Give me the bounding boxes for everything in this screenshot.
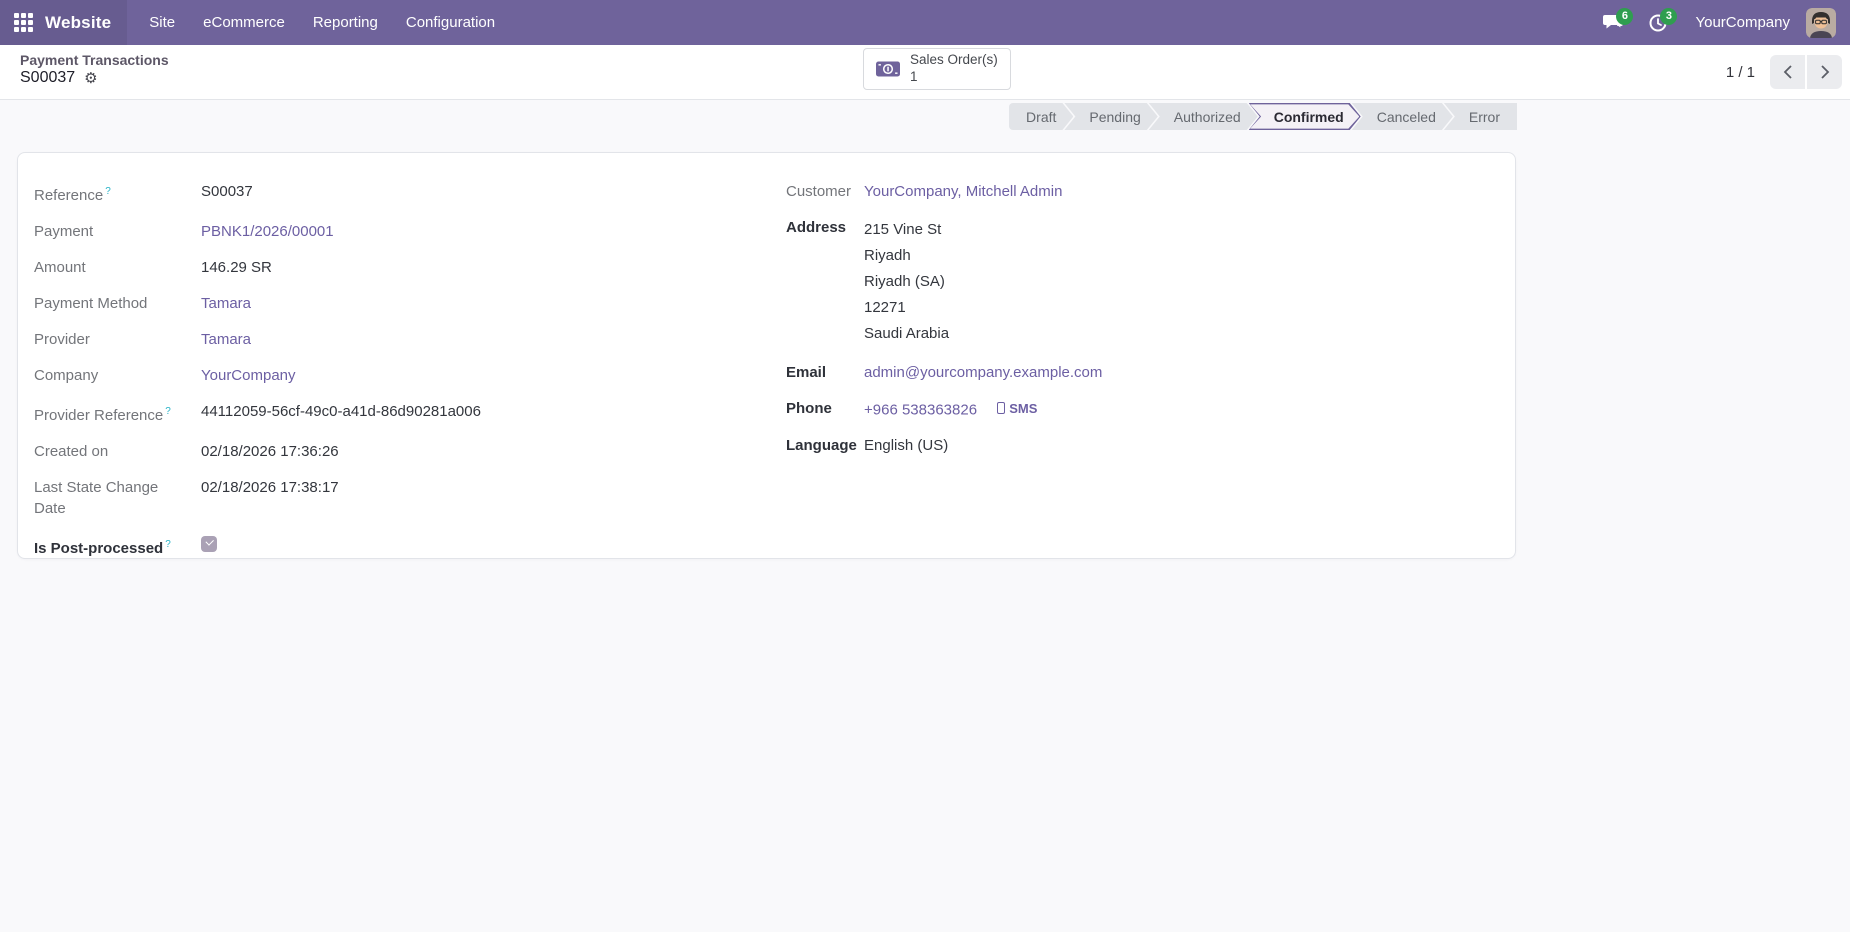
pager-next-button[interactable] bbox=[1807, 55, 1842, 89]
field-row-company: Company YourCompany bbox=[34, 357, 786, 393]
menu-configuration[interactable]: Configuration bbox=[392, 0, 509, 45]
field-value-provider-reference[interactable]: 44112059-56cf-49c0-a41d-86d90281a006 bbox=[201, 401, 786, 426]
field-value-address: 215 Vine St Riyadh Riyadh (SA) 12271 Sau… bbox=[864, 217, 1499, 347]
field-row-created-on: Created on 02/18/2026 17:36:26 bbox=[34, 433, 786, 469]
is-post-processed-checkbox[interactable] bbox=[201, 535, 217, 552]
field-value-created-on[interactable]: 02/18/2026 17:36:26 bbox=[201, 441, 786, 462]
menu-reporting[interactable]: Reporting bbox=[299, 0, 392, 45]
field-label-address: Address bbox=[786, 218, 847, 236]
field-row-email: Email admin@yourcompany.example.com bbox=[786, 354, 1499, 390]
field-row-payment-method: Payment Method Tamara bbox=[34, 285, 786, 321]
pager-value[interactable]: 1 / 1 bbox=[1726, 64, 1755, 81]
status-step-authorized[interactable]: Authorized bbox=[1149, 103, 1258, 130]
field-row-phone: Phone +966 538363826 SMS bbox=[786, 390, 1499, 428]
field-row-provider-reference: Provider Reference? 44112059-56cf-49c0-a… bbox=[34, 393, 786, 433]
field-row-address: Address 215 Vine St Riyadh Riyadh (SA) 1… bbox=[786, 209, 1499, 354]
field-value-language: English (US) bbox=[864, 437, 949, 454]
field-row-amount: Amount 146.29 SR bbox=[34, 249, 786, 285]
field-label-last-state-change: Last State Change Date bbox=[34, 478, 159, 517]
top-menu: Site eCommerce Reporting Configuration bbox=[135, 0, 509, 45]
field-label-created-on: Created on bbox=[34, 442, 109, 460]
status-bar: Draft Pending Authorized Confirmed Cance… bbox=[1009, 103, 1517, 130]
avatar-image bbox=[1806, 7, 1836, 38]
field-label-payment-method: Payment Method bbox=[34, 294, 148, 312]
help-icon[interactable]: ? bbox=[165, 539, 171, 550]
form-left-column: Reference? S00037 Payment PBNK1/2026/000… bbox=[34, 173, 786, 558]
actions-gear-icon[interactable]: ⚙ bbox=[84, 71, 97, 86]
status-step-pending[interactable]: Pending bbox=[1064, 103, 1157, 130]
user-avatar[interactable] bbox=[1806, 7, 1836, 38]
apps-grid-icon bbox=[14, 13, 33, 32]
field-label-provider-reference: Provider Reference bbox=[34, 406, 164, 424]
user-company-menu[interactable]: YourCompany bbox=[1695, 14, 1790, 31]
apps-menu-button[interactable]: Website bbox=[0, 0, 128, 45]
field-label-phone: Phone bbox=[786, 399, 832, 417]
help-icon[interactable]: ? bbox=[105, 186, 111, 197]
menu-ecommerce[interactable]: eCommerce bbox=[189, 0, 299, 45]
address-line-country: Saudi Arabia bbox=[864, 324, 950, 342]
address-line-zip: 12271 bbox=[864, 298, 906, 316]
field-label-amount: Amount bbox=[34, 258, 86, 276]
help-icon[interactable]: ? bbox=[165, 406, 171, 417]
messages-button[interactable]: 6 bbox=[1597, 6, 1634, 40]
field-value-last-state-change[interactable]: 02/18/2026 17:38:17 bbox=[201, 477, 786, 519]
status-step-error[interactable]: Error bbox=[1443, 103, 1517, 130]
sms-button[interactable]: SMS bbox=[997, 398, 1037, 419]
app-name[interactable]: Website bbox=[45, 13, 111, 33]
money-bill-icon bbox=[876, 61, 900, 77]
field-value-phone-link[interactable]: +966 538363826 bbox=[864, 401, 977, 418]
activities-badge: 3 bbox=[1660, 7, 1678, 25]
address-line-city: Riyadh bbox=[864, 246, 911, 264]
field-label-customer: Customer bbox=[786, 182, 852, 200]
field-row-provider: Provider Tamara bbox=[34, 321, 786, 357]
field-row-payment: Payment PBNK1/2026/00001 bbox=[34, 213, 786, 249]
field-value-email-link[interactable]: admin@yourcompany.example.com bbox=[864, 364, 1102, 381]
control-panel: Payment Transactions S00037 ⚙ Sales Orde… bbox=[0, 45, 1850, 100]
chevron-left-icon bbox=[1783, 65, 1792, 79]
field-value-reference[interactable]: S00037 bbox=[201, 181, 786, 206]
field-label-provider: Provider bbox=[34, 330, 90, 348]
field-value-company-link[interactable]: YourCompany bbox=[201, 367, 296, 384]
sms-phone-icon bbox=[997, 402, 1006, 414]
topbar-right: 6 3 YourCompany bbox=[1597, 6, 1836, 40]
sales-orders-smart-button[interactable]: Sales Order(s) 1 bbox=[863, 48, 1011, 90]
field-label-payment: Payment bbox=[34, 222, 94, 240]
field-row-reference: Reference? S00037 bbox=[34, 173, 786, 213]
field-label-is-post-processed: Is Post-processed bbox=[34, 539, 164, 557]
status-step-canceled[interactable]: Canceled bbox=[1352, 103, 1453, 130]
messages-badge: 6 bbox=[1616, 7, 1634, 25]
field-value-payment-method-link[interactable]: Tamara bbox=[201, 295, 251, 312]
field-label-reference: Reference bbox=[34, 186, 104, 204]
form-right-column: Customer YourCompany, Mitchell Admin Add… bbox=[786, 173, 1499, 558]
field-row-last-state-change: Last State Change Date 02/18/2026 17:38:… bbox=[34, 469, 786, 526]
field-value-provider-link[interactable]: Tamara bbox=[201, 331, 251, 348]
field-label-company: Company bbox=[34, 366, 99, 384]
pager-previous-button[interactable] bbox=[1770, 55, 1805, 89]
record-title: S00037 bbox=[20, 69, 76, 86]
top-navbar: Website Site eCommerce Reporting Configu… bbox=[0, 0, 1850, 45]
sms-button-label: SMS bbox=[1009, 400, 1038, 416]
field-row-is-post-processed: Is Post-processed? bbox=[34, 526, 786, 566]
pager: 1 / 1 bbox=[1726, 55, 1842, 89]
field-label-email: Email bbox=[786, 363, 827, 381]
field-value-amount[interactable]: 146.29 SR bbox=[201, 257, 786, 278]
chevron-right-icon bbox=[1820, 65, 1829, 79]
field-row-customer: Customer YourCompany, Mitchell Admin bbox=[786, 173, 1499, 209]
form-sheet: Reference? S00037 Payment PBNK1/2026/000… bbox=[17, 152, 1516, 559]
status-step-confirmed[interactable]: Confirmed bbox=[1249, 103, 1361, 130]
menu-site[interactable]: Site bbox=[135, 0, 189, 45]
status-step-draft[interactable]: Draft bbox=[1009, 103, 1073, 130]
field-value-payment-link[interactable]: PBNK1/2026/00001 bbox=[201, 223, 334, 240]
field-label-language: Language bbox=[786, 437, 857, 454]
activities-button[interactable]: 3 bbox=[1641, 6, 1678, 40]
address-line-street: 215 Vine St bbox=[864, 220, 942, 238]
field-value-customer-link[interactable]: YourCompany, Mitchell Admin bbox=[864, 183, 1062, 200]
field-row-language: Language English (US) bbox=[786, 428, 1499, 464]
smart-button-count: 1 bbox=[910, 69, 918, 84]
address-line-state: Riyadh (SA) bbox=[864, 272, 945, 290]
smart-button-label: Sales Order(s) bbox=[910, 52, 998, 68]
